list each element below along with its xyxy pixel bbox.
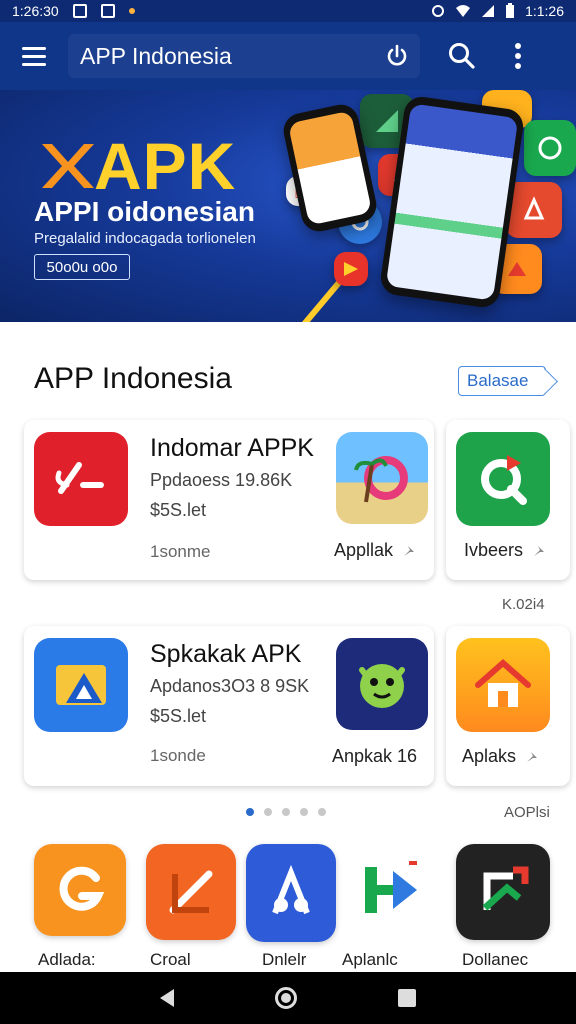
bottom-app-icon-2[interactable] <box>146 844 236 940</box>
side-app-label-text: Anpkak 16 <box>332 746 418 766</box>
featured-app-card-2[interactable]: Spkakak APK Apdanos3O3 8 9SK $5S.let 1so… <box>24 626 434 786</box>
more-vert-icon[interactable] <box>498 36 538 76</box>
more-button[interactable]: Balasae <box>458 366 546 396</box>
pagination-dot[interactable] <box>246 808 254 816</box>
bottom-app-label-4: Aplanlc <box>342 950 398 969</box>
carousel-pagination[interactable] <box>246 808 326 816</box>
featured-app-card-1[interactable]: Indomar APPK Ppdaoess 19.86K $5S.let 1so… <box>24 420 434 580</box>
wifi-icon <box>456 5 471 17</box>
app-bar: APP Indonesia <box>0 22 576 90</box>
signal-icon <box>482 5 495 17</box>
app-icon-spkakak <box>34 638 128 732</box>
status-bar: 1:26:30 1:1:26 <box>0 0 576 22</box>
banner-chip[interactable]: 50o0u o0o <box>34 254 130 280</box>
search-text: APP Indonesia <box>80 42 232 69</box>
pagination-dot[interactable] <box>282 808 290 816</box>
app-footer: 1sonme <box>150 542 211 561</box>
bottom-app-label-1: Adlada: <box>38 950 96 969</box>
app-icon-small-red-decoration <box>334 252 368 286</box>
apk-logo-icon <box>42 144 94 188</box>
side-app-card-1[interactable]: Ivbeers <box>446 420 570 580</box>
search-field[interactable]: APP Indonesia <box>68 34 420 78</box>
side-note-1: K.02i4 <box>502 596 545 613</box>
menu-icon[interactable] <box>14 36 54 76</box>
bottom-app-icon-3[interactable] <box>246 844 336 942</box>
side-app-label-text: Appllak <box>334 540 394 560</box>
notification-dot-icon <box>128 8 135 14</box>
alarm-icon <box>432 5 445 17</box>
banner-title: APK <box>94 129 237 203</box>
app-icon-orange-decoration <box>506 182 562 238</box>
pin-icon <box>404 545 415 556</box>
side-app-label-text: Aplaks <box>462 746 517 766</box>
status-time-right: 1:1:26 <box>525 3 564 19</box>
pagination-dot[interactable] <box>300 808 308 816</box>
bottom-app-icon-5[interactable] <box>456 844 550 940</box>
app-title: Spkakak APK <box>150 640 302 668</box>
app-icon-monster <box>336 638 428 730</box>
app-downloads: Ppdaoess 19.86K <box>150 470 293 490</box>
banner-heading: APPI oidonesian <box>34 196 255 227</box>
banner-logo: APK <box>38 128 236 204</box>
whatsapp-icon <box>524 120 576 176</box>
status-time-left: 1:26:30 <box>12 3 59 19</box>
side-app-label-4: Aplaks <box>462 746 540 767</box>
bottom-app-label-2: Croal <box>150 950 191 969</box>
app-footer: 1sonde <box>150 746 206 765</box>
section-title: APP Indonesia <box>34 362 232 395</box>
side-app-label-text: Ivbeers <box>464 540 524 560</box>
screen: 1:26:30 1:1:26 APP Indonesia APK APPI oi… <box>0 0 576 1024</box>
search-icon[interactable] <box>442 36 482 76</box>
app-icon-home <box>456 638 550 732</box>
app-downloads: Apdanos3O3 8 9SK <box>150 676 310 696</box>
power-icon[interactable] <box>384 43 410 69</box>
recent-apps-icon[interactable] <box>397 989 416 1007</box>
side-note-2: AOPlsi <box>504 804 550 821</box>
promo-banner[interactable]: APK APPI oidonesian Pregalalid indocagad… <box>0 90 576 322</box>
bottom-app-label-5: Dollanec <box>462 950 529 969</box>
side-app-label-3: Anpkak 16 <box>332 746 417 767</box>
home-icon[interactable] <box>274 987 297 1009</box>
back-icon[interactable] <box>160 989 175 1007</box>
app-title: Indomar APPK <box>150 434 314 462</box>
app-icon-green-search <box>456 432 550 526</box>
app-icon-beach <box>336 432 428 524</box>
notification-icon <box>72 4 87 18</box>
pin-icon <box>534 545 545 556</box>
banner-tagline: Pregalalid indocagada torlionelen <box>34 230 256 247</box>
pagination-dot[interactable] <box>318 808 326 816</box>
side-app-card-2[interactable]: Aplaks <box>446 626 570 786</box>
bottom-app-icon-1[interactable] <box>34 844 126 936</box>
app-price: $5S.let <box>150 706 207 726</box>
notification-icon-2 <box>100 4 115 18</box>
app-icon-indomar <box>34 432 128 526</box>
app-price: $5S.let <box>150 500 207 520</box>
side-app-label-2: Ivbeers <box>464 540 547 561</box>
bottom-app-icon-4[interactable] <box>350 844 434 936</box>
pin-icon <box>527 751 538 762</box>
pagination-dot[interactable] <box>264 808 272 816</box>
system-nav-bar <box>0 972 576 1024</box>
battery-icon <box>506 3 515 18</box>
side-app-label-1: Appllak <box>334 540 417 561</box>
more-button-label: Balasae <box>467 371 529 390</box>
bottom-app-label-3: Dnlelr <box>262 950 307 969</box>
